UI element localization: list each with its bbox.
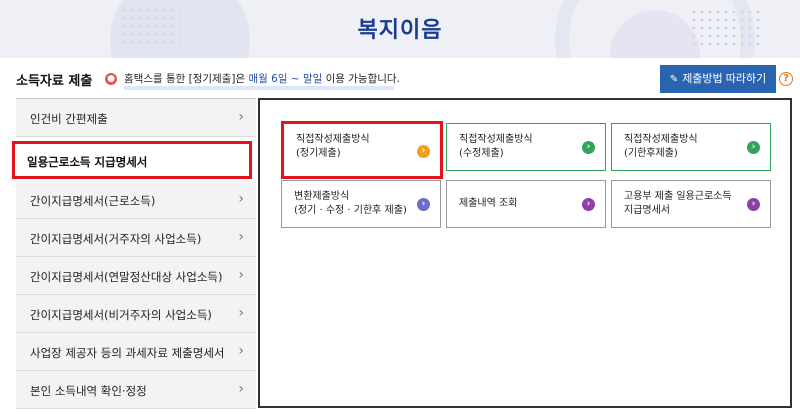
sidebar-item-income-check[interactable]: 본인 소득내역 확인·정정 › [16,371,256,409]
alert-icon: ● [105,73,117,85]
submission-history-card[interactable]: 제출내역 조회 › [446,180,606,228]
card-subtitle: (정기제출) [296,148,341,159]
card-subtitle: (정기 · 수정 · 기한후 제출) [294,205,407,216]
sidebar-item-label: 본인 소득내역 확인·정정 [30,384,147,398]
sidebar-item-label: 일용근로소득 지급명세서 [27,155,148,169]
card-label: 직접작성제출방식 (기한후제출) [624,133,698,161]
sidebar-item-simple-yearend-business[interactable]: 간이지급명세서(연말정산대상 사업소득) › [16,257,256,295]
card-title: 고용부 제출 일용근로소득 [624,191,732,202]
chevron-right-icon: › [417,145,430,158]
submission-options-panel: 직접작성제출방식 (정기제출) › 직접작성제출방식 (수정제출) › 직접작성제출… [258,98,792,408]
guide-button-label: 제출방법 따라하기 [682,73,767,85]
direct-correction-submit-card[interactable]: 직접작성제출방식 (수정제출) › [446,123,606,171]
labor-ministry-daily-wage-card[interactable]: 고용부 제출 일용근로소득지급명세서 › [611,180,771,228]
chevron-right-icon: › [747,198,760,211]
sidebar-item-site-provider[interactable]: 사업장 제공자 등의 과세자료 제출명세서 › [16,333,256,371]
card-label: 직접작성제출방식 (정기제출) [296,133,370,161]
card-label: 변환제출방식 (정기 · 수정 · 기한후 제출) [294,190,407,218]
section-title: 소득자료 제출 [16,74,93,89]
page-banner: 복지이음 [0,0,800,58]
sidebar-item-label: 간이지급명세서(근로소득) [30,194,156,208]
notice-text: 홈택스를 통한 [정기제출]은 매월 6일 ~ 말일 이용 가능합니다. [124,71,400,86]
card-title: 변환제출방식 [294,191,350,202]
card-subtitle: (기한후제출) [624,148,678,159]
sidebar-item-label: 간이지급명세서(거주자의 사업소득) [30,232,202,246]
chevron-right-icon: › [238,343,244,359]
card-title: 직접작성제출방식 [296,134,370,145]
chevron-right-icon: › [582,198,595,211]
help-icon[interactable]: ? [779,72,793,86]
guide-button[interactable]: ✎ 제출방법 따라하기 [660,65,776,93]
card-title: 직접작성제출방식 [624,134,698,145]
sidebar-item-simple-earned[interactable]: 간이지급명세서(근로소득) › [16,181,256,219]
card-title: 제출내역 조회 [459,198,518,209]
sidebar-item-simple-resident-business[interactable]: 간이지급명세서(거주자의 사업소득) › [16,219,256,257]
sidebar: 인건비 간편제출 › 일용근로소득 지급명세서 간이지급명세서(근로소득) › … [12,98,256,409]
card-subtitle: (수정제출) [459,148,504,159]
sidebar-item-simple-nonresident-business[interactable]: 간이지급명세서(비거주자의 사업소득) › [16,295,256,333]
edit-icon: ✎ [669,74,679,85]
info-row: 소득자료 제출 ● 홈택스를 통한 [정기제출]은 매월 6일 ~ 말일 이용 … [0,62,800,96]
chevron-right-icon: › [417,198,430,211]
notice-prefix: 홈택스를 통한 [정기제출]은 [124,73,249,85]
conversion-submit-card[interactable]: 변환제출방식 (정기 · 수정 · 기한후 제출) › [281,180,441,228]
chevron-right-icon: › [238,381,244,397]
sidebar-item-label: 인건비 간편제출 [30,112,108,126]
direct-late-submit-card[interactable]: 직접작성제출방식 (기한후제출) › [611,123,771,171]
card-subtitle: 지급명세서 [624,205,670,216]
chevron-right-icon: › [238,229,244,245]
chevron-right-icon: › [582,141,595,154]
notice-suffix: 이용 가능합니다. [322,73,400,85]
card-label: 고용부 제출 일용근로소득지급명세서 [624,190,732,218]
page-title: 복지이음 [357,18,443,43]
chevron-right-icon: › [747,141,760,154]
sidebar-item-labor-cost[interactable]: 인건비 간편제출 › [16,99,256,137]
card-title: 직접작성제출방식 [459,134,533,145]
chevron-right-icon: › [238,305,244,321]
chevron-right-icon: › [238,191,244,207]
sidebar-item-label: 간이지급명세서(비거주자의 사업소득) [30,308,212,322]
sidebar-item-label: 사업장 제공자 등의 과세자료 제출명세서 [30,346,225,360]
notice-highlight: 매월 6일 ~ 말일 [248,73,323,85]
chevron-right-icon: › [238,267,244,283]
notice-underline [124,86,394,90]
card-label: 직접작성제출방식 (수정제출) [459,133,533,161]
card-label: 제출내역 조회 [459,197,517,211]
sidebar-item-label: 간이지급명세서(연말정산대상 사업소득) [30,270,223,284]
direct-regular-submit-card[interactable]: 직접작성제출방식 (정기제출) › [281,121,443,179]
sidebar-item-daily-wage[interactable]: 일용근로소득 지급명세서 [12,141,252,179]
chevron-right-icon: › [238,109,244,125]
